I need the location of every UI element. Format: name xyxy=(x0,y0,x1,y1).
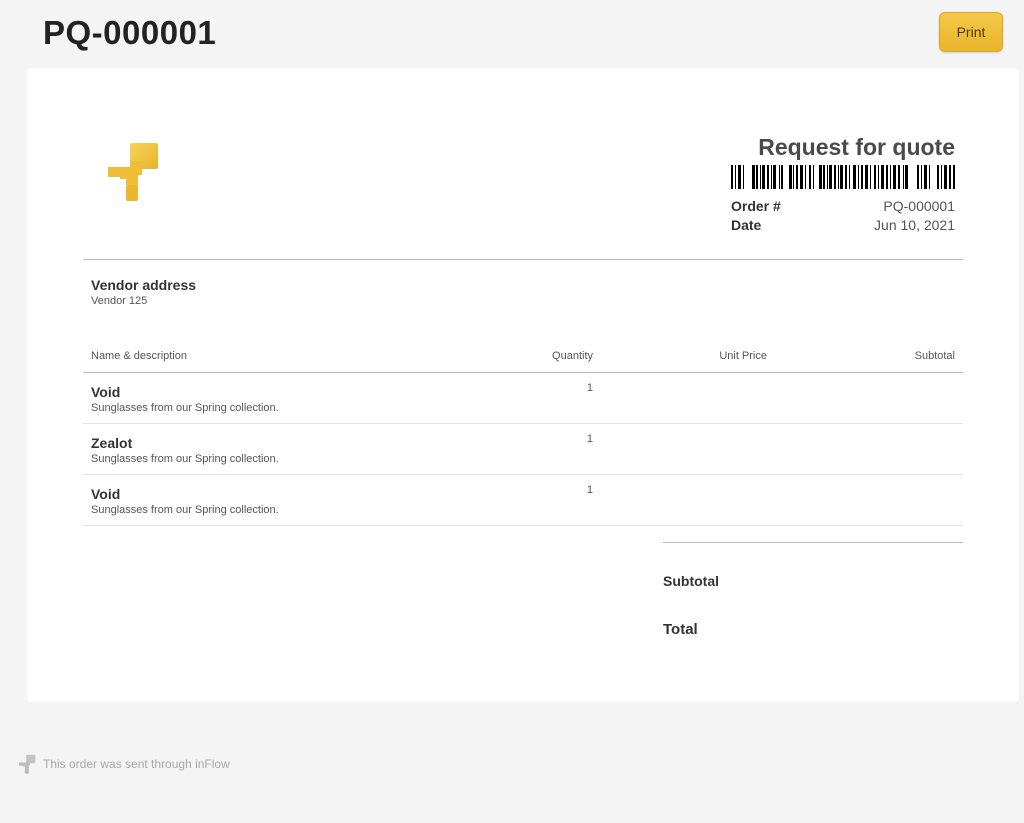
items-table: Name & description Quantity Unit Price S… xyxy=(83,346,963,526)
inflow-logo-icon xyxy=(19,754,36,774)
document-title: Request for quote xyxy=(758,134,955,160)
order-number-value: PQ-000001 xyxy=(883,198,955,214)
column-header-subtotal: Subtotal xyxy=(914,350,955,362)
item-description: Sunglasses from our Spring collection. xyxy=(91,453,279,465)
inflow-logo-icon xyxy=(108,143,158,201)
item-quantity: 1 xyxy=(586,433,593,445)
vendor-name: Vendor 125 xyxy=(91,295,148,307)
quote-document: Request for quote Order # PQ-000001 Date… xyxy=(27,68,1019,702)
order-date-row: Date Jun 10, 2021 xyxy=(731,216,955,235)
order-number-row: Order # PQ-000001 xyxy=(731,197,955,216)
column-header-quantity: Quantity xyxy=(552,350,593,362)
totals-total-label: Total xyxy=(663,621,698,638)
table-row: Void Sunglasses from our Spring collecti… xyxy=(83,373,963,424)
order-number-label: Order # xyxy=(731,198,781,214)
header-divider xyxy=(83,259,963,260)
vendor-address-heading: Vendor address xyxy=(91,277,197,293)
totals-divider xyxy=(663,542,963,543)
column-header-name: Name & description xyxy=(91,350,187,362)
item-description: Sunglasses from our Spring collection. xyxy=(91,402,279,414)
table-header: Name & description Quantity Unit Price S… xyxy=(83,346,963,373)
barcode-icon xyxy=(731,165,955,189)
item-quantity: 1 xyxy=(586,382,593,394)
order-date-label: Date xyxy=(731,217,762,233)
column-header-unit-price: Unit Price xyxy=(719,350,767,362)
footer: This order was sent through inFlow xyxy=(19,753,230,775)
table-row: Zealot Sunglasses from our Spring collec… xyxy=(83,424,963,475)
item-quantity: 1 xyxy=(586,484,593,496)
table-row: Void Sunglasses from our Spring collecti… xyxy=(83,475,963,526)
totals-subtotal-label: Subtotal xyxy=(663,573,719,589)
item-name: Void xyxy=(91,486,121,502)
item-description: Sunglasses from our Spring collection. xyxy=(91,504,279,516)
page-header: PQ-000001 Print xyxy=(0,0,1024,68)
order-meta: Order # PQ-000001 Date Jun 10, 2021 xyxy=(731,197,955,235)
order-date-value: Jun 10, 2021 xyxy=(874,217,955,233)
item-name: Zealot xyxy=(91,435,133,451)
item-name: Void xyxy=(91,384,121,400)
page-title: PQ-000001 xyxy=(43,14,217,51)
print-button[interactable]: Print xyxy=(939,12,1003,52)
footer-text: This order was sent through inFlow xyxy=(43,757,230,771)
